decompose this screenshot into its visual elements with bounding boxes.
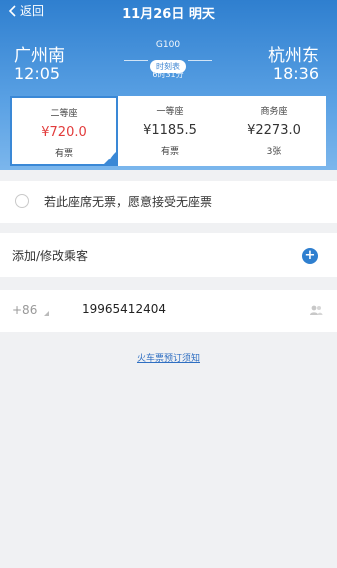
seat-price: ¥2273.0 — [247, 123, 301, 138]
departure-time: 12:05 — [14, 64, 61, 83]
add-passenger-label: 添加/修改乘客 — [12, 249, 89, 263]
divider — [124, 60, 148, 61]
seat-name: 一等座 — [156, 107, 184, 117]
seat-availability: 3张 — [266, 147, 282, 157]
arrival-station: 杭州东 — [268, 46, 319, 66]
seat-option-second-class[interactable]: 二等座 ¥720.0 有票 ✓ — [10, 96, 118, 166]
seat-name: 商务座 — [260, 107, 288, 117]
seat-name: 二等座 — [50, 109, 78, 119]
radio-button[interactable] — [15, 194, 29, 208]
seat-price: ¥720.0 — [41, 125, 87, 140]
seat-price: ¥1185.5 — [143, 123, 197, 138]
booking-notice-link[interactable]: 火车票预订须知 — [0, 351, 337, 364]
top-bar: 返回 11月26日 明天 — [0, 0, 337, 22]
train-number: G100 — [155, 40, 181, 50]
check-icon: ✓ — [107, 153, 115, 163]
add-passenger-icon[interactable]: + — [302, 248, 318, 264]
divider — [188, 60, 212, 61]
trip-duration: 6时31分 — [152, 70, 184, 79]
phone-input[interactable]: 19965412404 — [82, 302, 166, 316]
seat-option-first-class[interactable]: 一等座 ¥1185.5 有票 — [118, 96, 222, 166]
accept-no-seat-option[interactable]: 若此座席无票，愿意接受无座票 — [0, 181, 337, 223]
seat-class-selector: 二等座 ¥720.0 有票 ✓ 一等座 ¥1185.5 有票 商务座 ¥2273… — [10, 96, 326, 166]
country-code-selector[interactable]: +86 — [12, 303, 37, 317]
seat-availability: 有票 — [54, 149, 73, 159]
contacts-icon[interactable] — [309, 304, 323, 316]
arrival-time: 18:36 — [272, 64, 319, 83]
passenger-row[interactable]: 添加/修改乘客 + — [0, 233, 337, 277]
dropdown-triangle-icon — [44, 311, 49, 316]
train-info: G100 时刻表 6时31分 — [118, 40, 218, 80]
date-title: 11月26日 明天 — [122, 7, 215, 22]
seat-option-business-class[interactable]: 商务座 ¥2273.0 3张 — [222, 96, 326, 166]
seat-availability: 有票 — [160, 147, 179, 157]
departure-station: 广州南 — [14, 46, 65, 66]
accept-no-seat-label: 若此座席无票，愿意接受无座票 — [44, 195, 213, 209]
contact-phone-row: +86 19965412404 — [0, 290, 337, 332]
